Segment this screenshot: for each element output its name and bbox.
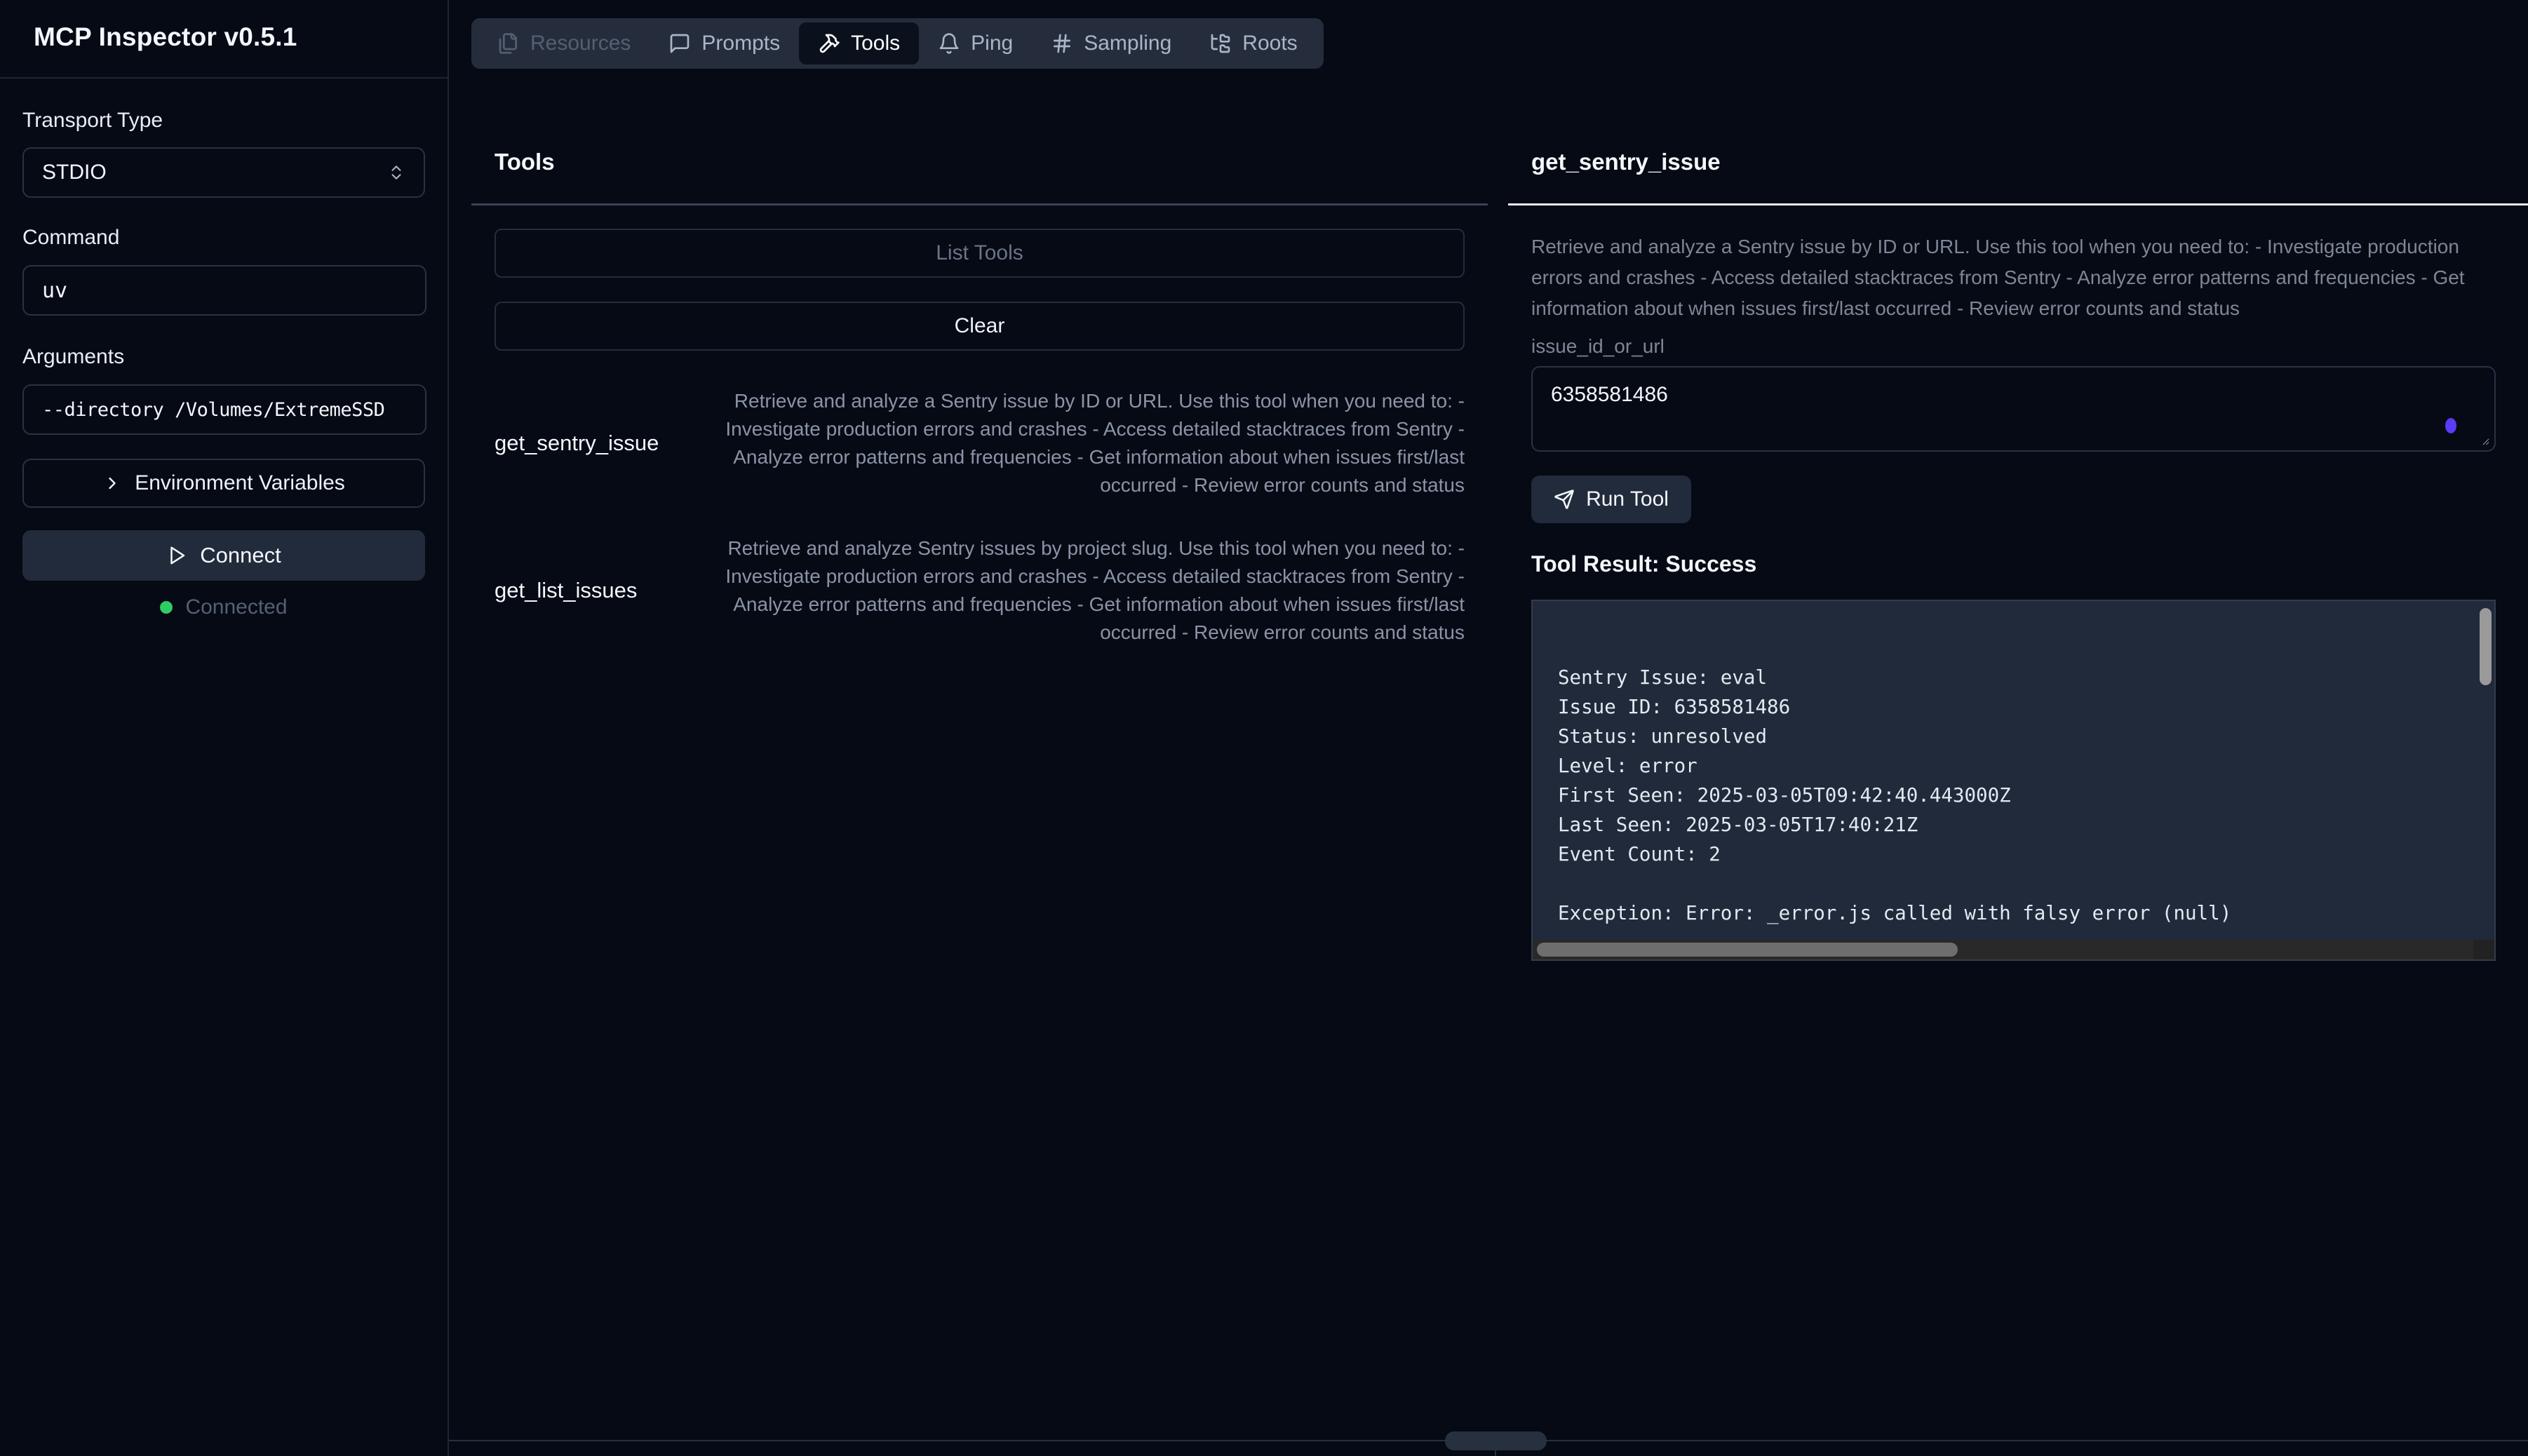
bottom-panel-drag-handle[interactable] <box>1445 1431 1547 1450</box>
tool-name: get_sentry_issue <box>495 431 659 456</box>
tab-roots-label: Roots <box>1242 32 1297 55</box>
chevron-right-icon <box>102 473 122 493</box>
folder-tree-icon <box>1209 32 1232 55</box>
tool-description: Retrieve and analyze Sentry issues by pr… <box>668 534 1465 647</box>
tab-ping[interactable]: Ping <box>919 22 1032 65</box>
tool-list-item-get-list-issues[interactable]: get_list_issues Retrieve and analyze Sen… <box>495 529 1465 652</box>
tab-sampling[interactable]: Sampling <box>1032 22 1190 65</box>
transport-type-label: Transport Type <box>22 109 163 133</box>
tab-roots[interactable]: Roots <box>1190 22 1316 65</box>
tool-detail-heading: get_sentry_issue <box>1531 149 1721 175</box>
console-horizontal-scrollbar-track[interactable] <box>1533 940 2494 959</box>
tab-resources[interactable]: Resources <box>478 22 650 65</box>
tools-panel-heading: Tools <box>495 149 555 175</box>
tab-tools[interactable]: Tools <box>799 22 919 65</box>
tools-panel-divider <box>471 203 1488 205</box>
sidebar-header-divider <box>0 77 448 79</box>
arguments-label: Arguments <box>22 345 124 369</box>
environment-variables-label: Environment Variables <box>135 471 345 495</box>
tool-list-item-get-sentry-issue[interactable]: get_sentry_issue Retrieve and analyze a … <box>495 382 1465 505</box>
sidebar: MCP Inspector v0.5.1 Transport Type STDI… <box>0 0 449 1456</box>
message-square-icon <box>668 32 691 55</box>
chevrons-up-down-icon <box>387 163 405 182</box>
run-tool-label: Run Tool <box>1586 487 1669 511</box>
arguments-input[interactable] <box>22 384 426 435</box>
send-icon <box>1554 489 1575 510</box>
list-tools-button[interactable]: List Tools <box>495 229 1465 278</box>
tab-resources-label: Resources <box>530 32 631 55</box>
tool-result-console: Sentry Issue: eval Issue ID: 6358581486 … <box>1531 600 2496 961</box>
extension-badge-icon <box>2445 418 2456 433</box>
command-input[interactable] <box>22 265 426 316</box>
clear-button[interactable]: Clear <box>495 302 1465 351</box>
connect-button[interactable]: Connect <box>22 530 425 581</box>
mcp-inspector-app: MCP Inspector v0.5.1 Transport Type STDI… <box>0 0 2528 1456</box>
tool-detail-divider <box>1508 203 2528 205</box>
files-icon <box>497 32 520 55</box>
tool-result-heading: Tool Result: Success <box>1531 551 1756 577</box>
param-input[interactable]: 6358581486 <box>1533 368 2494 450</box>
resize-grip-icon[interactable] <box>2477 433 2490 446</box>
status-dot <box>160 601 173 614</box>
tab-sampling-label: Sampling <box>1084 32 1171 55</box>
param-input-wrapper: 6358581486 <box>1531 366 2496 452</box>
bell-icon <box>938 32 960 55</box>
run-tool-button[interactable]: Run Tool <box>1531 476 1691 523</box>
bottom-panel-vertical-divider <box>1495 1450 1496 1456</box>
tool-result-output: Sentry Issue: eval Issue ID: 6358581486 … <box>1533 601 2494 961</box>
console-vertical-scrollbar[interactable] <box>2480 608 2492 685</box>
tab-prompts[interactable]: Prompts <box>650 22 799 65</box>
tab-ping-label: Ping <box>971 32 1013 55</box>
status-label: Connected <box>185 595 287 619</box>
tab-tools-label: Tools <box>851 32 900 55</box>
tool-name: get_list_issues <box>495 578 637 603</box>
console-scrollbar-corner <box>2473 940 2494 959</box>
tab-bar: Resources Prompts Tools Ping Sampling Ro… <box>471 18 1324 69</box>
tab-prompts-label: Prompts <box>701 32 780 55</box>
play-icon <box>166 545 187 566</box>
hammer-icon <box>818 32 840 55</box>
tool-description: Retrieve and analyze a Sentry issue by I… <box>690 387 1465 499</box>
transport-select[interactable]: STDIO <box>22 147 425 198</box>
hash-icon <box>1051 32 1073 55</box>
connection-status: Connected <box>0 593 448 621</box>
environment-variables-button[interactable]: Environment Variables <box>22 459 425 508</box>
param-label: issue_id_or_url <box>1531 335 1665 358</box>
transport-select-value: STDIO <box>42 161 107 184</box>
connect-button-label: Connect <box>200 543 281 568</box>
tool-detail-description: Retrieve and analyze a Sentry issue by I… <box>1531 231 2496 324</box>
console-horizontal-scrollbar[interactable] <box>1537 943 1958 957</box>
app-title: MCP Inspector v0.5.1 <box>34 22 297 52</box>
command-label: Command <box>22 226 119 250</box>
